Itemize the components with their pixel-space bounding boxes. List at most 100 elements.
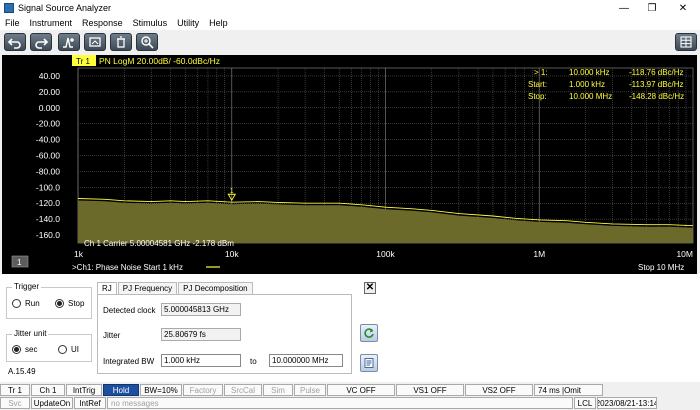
y-tick-label: -20.00: [36, 119, 60, 129]
delete-button[interactable]: [110, 33, 132, 51]
run-label: Run: [25, 299, 40, 308]
menu-help[interactable]: Help: [204, 18, 233, 28]
menu-utility[interactable]: Utility: [172, 18, 204, 28]
menu-stimulus[interactable]: Stimulus: [128, 18, 173, 28]
jitter-unit-sec-radio[interactable]: sec: [12, 345, 37, 354]
y-tick-label: -100.0: [36, 182, 60, 192]
stop-label: Stop: [68, 299, 85, 308]
trigger-stop-radio[interactable]: Stop: [55, 299, 84, 308]
phase-noise-chart[interactable]: Tr 1 PN LogM 20.00dB/ -60.0dBc/Hz 40.00 2…: [2, 55, 697, 274]
marker-add-button[interactable]: [58, 33, 80, 51]
snapshot-icon: [89, 37, 101, 47]
status-trigger-source[interactable]: IntTrig: [66, 384, 102, 396]
marker-readout-label-1: > 1:: [534, 68, 548, 77]
zoom-button[interactable]: [136, 33, 158, 51]
window-title: Signal Source Analyzer: [18, 3, 112, 13]
report-button[interactable]: [360, 354, 378, 372]
marker-readout-value-1: -118.76 dBc/Hz: [629, 68, 684, 77]
jitter-tabs: RJ PJ Frequency PJ Decomposition: [97, 282, 254, 294]
status-vs2[interactable]: VS2 OFF: [465, 384, 533, 396]
toolbar: [0, 30, 700, 54]
zoom-icon: [141, 36, 154, 49]
bw-stop-input[interactable]: 10.000000 MHz: [269, 354, 343, 367]
status-lcl[interactable]: LCL: [574, 397, 596, 409]
trigger-label: Trigger: [12, 282, 42, 291]
status-hold-badge[interactable]: Hold: [103, 384, 139, 396]
trace-tab-label: Tr 1: [76, 57, 90, 66]
version-label: A.15.49: [8, 367, 36, 376]
x-tick-label: 10M: [676, 249, 693, 259]
carrier-readout: Ch 1 Carrier 5.00004581 GHz -2.178 dBm: [84, 239, 234, 248]
sweep-stop-label: Stop 10 MHz: [638, 263, 684, 272]
snapshot-button[interactable]: [84, 33, 106, 51]
grid-menu-button[interactable]: [675, 33, 697, 51]
undo-icon: [8, 38, 21, 49]
menu-instrument[interactable]: Instrument: [25, 18, 78, 28]
jitter-field: 25.80679 fs: [161, 328, 241, 341]
y-tick-label: 40.00: [39, 71, 61, 81]
y-tick-label: 20.00: [39, 87, 61, 97]
marker-readout-freq-1: 10.000 kHz: [569, 68, 609, 77]
tab-pj-frequency[interactable]: PJ Frequency: [117, 282, 178, 294]
status-pulse[interactable]: Pulse: [294, 384, 326, 396]
status-factory[interactable]: Factory: [183, 384, 223, 396]
menu-bar: File Instrument Response Stimulus Utilit…: [0, 16, 700, 30]
status-bandwidth[interactable]: BW=10%: [140, 384, 182, 396]
channel-number: 1: [17, 258, 22, 267]
sec-radio-icon: [12, 345, 21, 354]
status-bar-bottom: Svc UpdateOn IntRef no messages LCL 2023…: [0, 397, 700, 410]
x-tick-label: 10k: [225, 249, 239, 259]
undo-button[interactable]: [4, 33, 26, 51]
status-vc[interactable]: VC OFF: [327, 384, 395, 396]
close-window-icon[interactable]: ✕: [668, 0, 698, 16]
app-window: Signal Source Analyzer — ❐ ✕ File Instru…: [0, 0, 700, 410]
marker-readout-label-start: Start:: [528, 80, 547, 89]
jitter-unit-ui-radio[interactable]: UI: [58, 345, 79, 354]
status-messages: no messages: [107, 397, 573, 409]
marker-readout-freq-stop: 10.000 MHz: [569, 92, 612, 101]
minimize-icon[interactable]: —: [609, 0, 639, 16]
status-bar-top: Tr 1 Ch 1 IntTrig Hold BW=10% Factory Sr…: [0, 384, 700, 397]
status-trace[interactable]: Tr 1: [0, 384, 30, 396]
status-update[interactable]: UpdateOn: [31, 397, 73, 409]
y-tick-label: -80.00: [36, 166, 60, 176]
status-channel[interactable]: Ch 1: [31, 384, 65, 396]
trace-plot[interactable]: Tr 1 PN LogM 20.00dB/ -60.0dBc/Hz 40.00 2…: [2, 55, 697, 274]
y-tick-label: -120.0: [36, 198, 60, 208]
trigger-run-radio[interactable]: Run: [12, 299, 40, 308]
redo-icon: [35, 38, 48, 49]
redo-button[interactable]: [30, 33, 52, 51]
menu-file[interactable]: File: [0, 18, 25, 28]
refresh-icon: [364, 328, 374, 338]
marker-tag: 1: [230, 188, 234, 195]
sweep-start-label: >Ch1: Phase Noise Start 1 kHz: [72, 263, 183, 272]
bw-start-input[interactable]: 1.000 kHz: [161, 354, 241, 367]
run-radio-icon: [12, 299, 21, 308]
ui-label: UI: [71, 345, 79, 354]
jitter-unit-label: Jitter unit: [12, 329, 49, 338]
delete-icon: [117, 36, 125, 48]
detected-clock-label: Detected clock: [103, 306, 156, 315]
y-tick-labels: 40.00 20.00 0.000 -20.00 -40.00 -60.00 -80.00 -…: [36, 71, 60, 240]
status-svc[interactable]: Svc: [0, 397, 30, 409]
status-refclock[interactable]: IntRef: [74, 397, 106, 409]
integrated-bw-label: Integrated BW: [103, 357, 155, 366]
close-panel-button[interactable]: ✕: [364, 282, 376, 294]
report-icon: [364, 358, 374, 368]
status-srccal[interactable]: SrcCal: [224, 384, 262, 396]
tab-rj[interactable]: RJ: [97, 282, 117, 294]
grid-menu-icon: [680, 36, 692, 48]
menu-response[interactable]: Response: [77, 18, 128, 28]
y-tick-label: -60.00: [36, 151, 60, 161]
trace-header: PN LogM 20.00dB/ -60.0dBc/Hz: [99, 56, 220, 66]
status-datetime: 2023/08/21-13:14: [597, 397, 657, 409]
tab-pj-decomposition[interactable]: PJ Decomposition: [178, 282, 253, 294]
to-label: to: [250, 357, 257, 366]
status-sim[interactable]: Sim: [263, 384, 293, 396]
marker-readout-value-start: -113.97 dBc/Hz: [629, 80, 684, 89]
marker-add-icon: [63, 37, 74, 48]
jitter-label: Jitter: [103, 331, 121, 340]
restore-icon[interactable]: ❐: [637, 0, 667, 16]
refresh-button[interactable]: [360, 324, 378, 342]
status-vs1[interactable]: VS1 OFF: [396, 384, 464, 396]
